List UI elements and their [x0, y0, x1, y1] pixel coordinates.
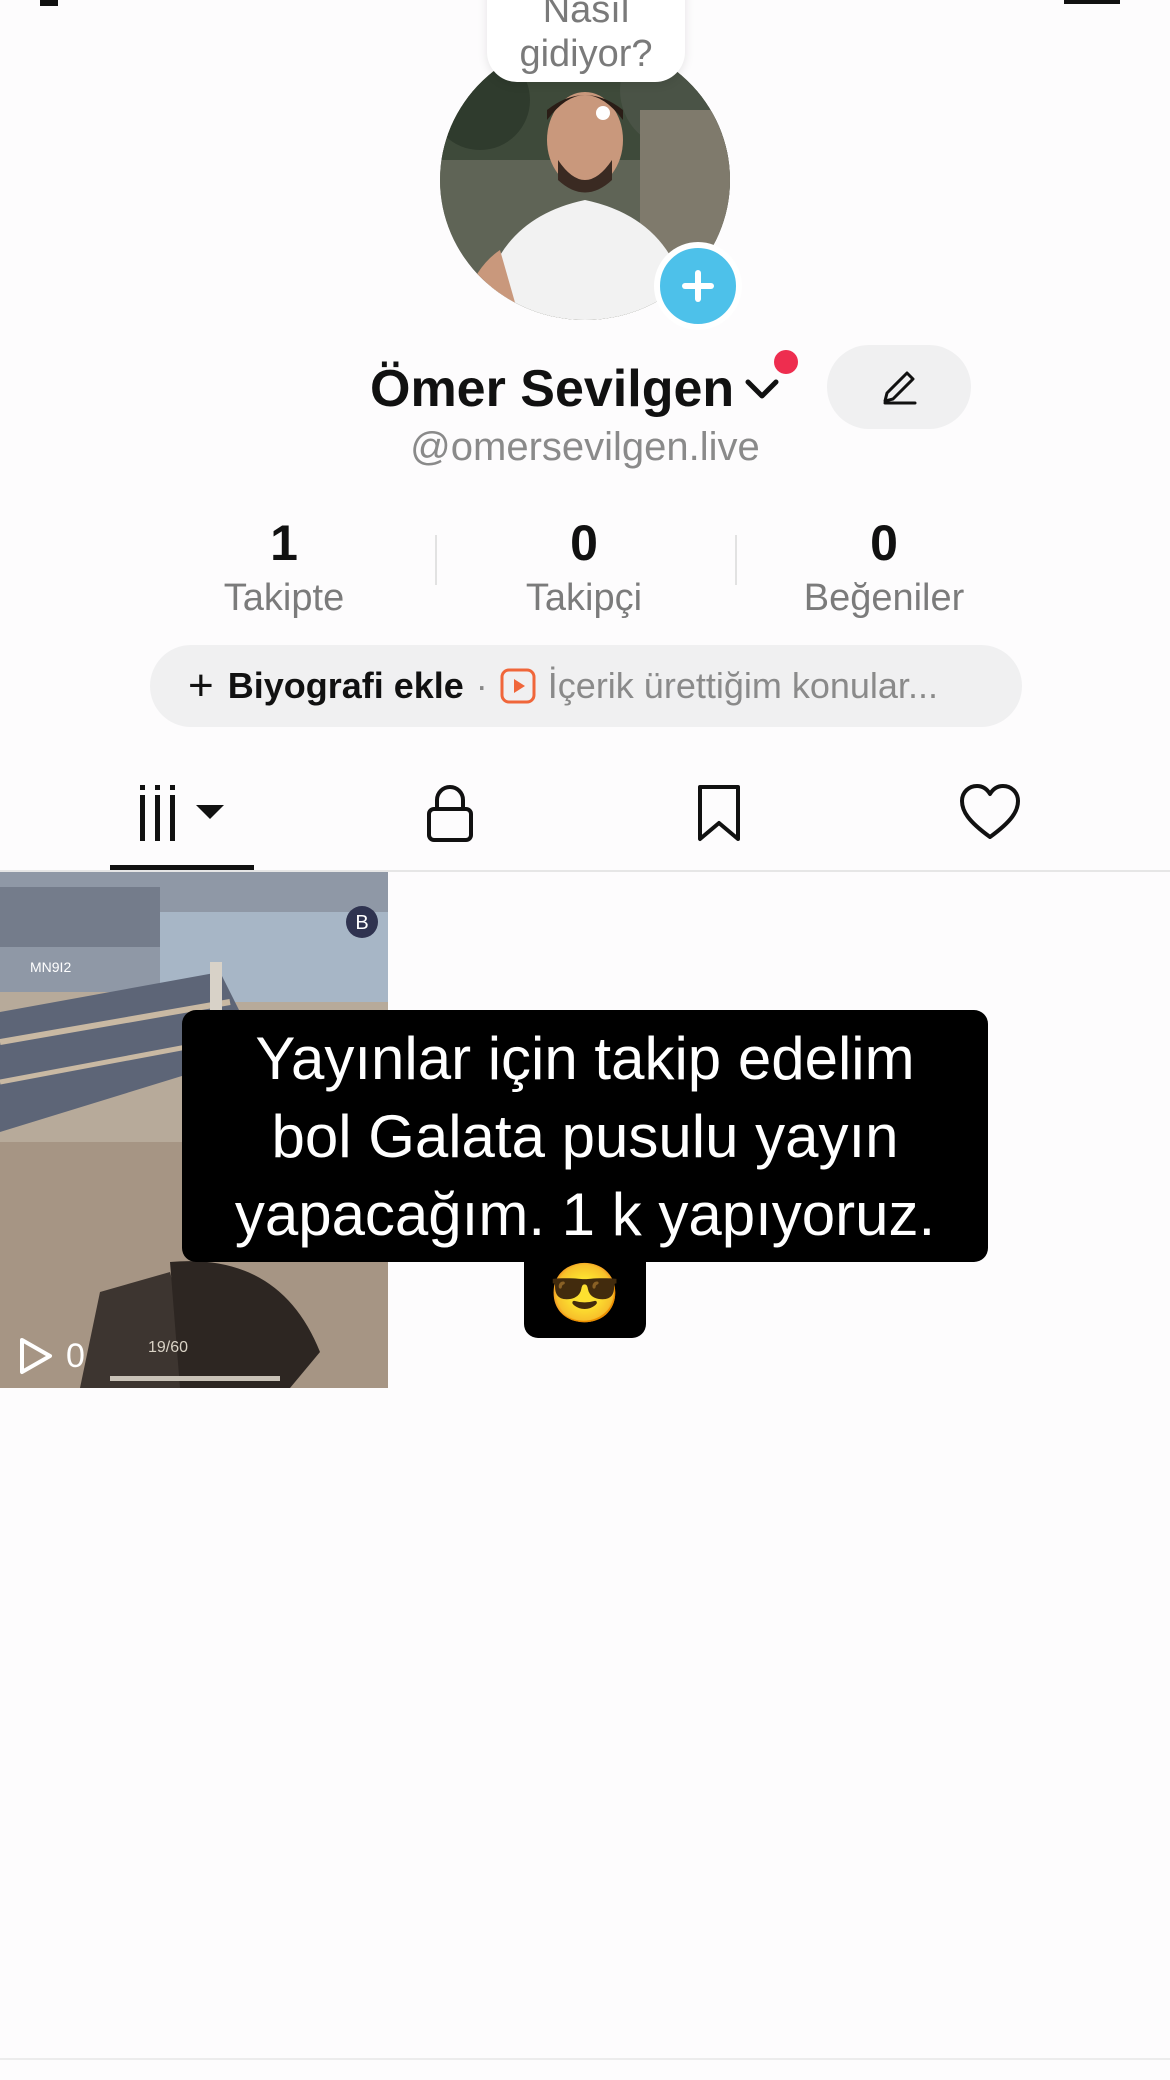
likes-label: Beğeniler	[803, 577, 965, 619]
bio-bar[interactable]: + Biyografi ekle · İçerik ürettiğim konu…	[150, 645, 1022, 727]
video-play-icon	[500, 668, 536, 704]
note-bubble-pointer	[596, 106, 610, 120]
stat-likes[interactable]: 0 Beğeniler	[734, 513, 1034, 621]
chevron-down-icon	[745, 379, 779, 399]
followers-count: 0	[570, 515, 598, 571]
likes-count: 0	[870, 515, 898, 571]
edit-profile-button[interactable]	[827, 345, 971, 429]
tab-saved[interactable]	[670, 775, 770, 850]
tab-liked[interactable]	[940, 775, 1040, 850]
sunglasses-emoji: 😎	[548, 1261, 622, 1326]
tab-videos[interactable]	[110, 775, 254, 850]
lock-icon	[427, 784, 473, 842]
pencil-icon	[883, 371, 917, 405]
plus-icon: +	[188, 661, 214, 710]
tab-private[interactable]	[400, 775, 500, 850]
stat-following[interactable]: 1 Takipte	[134, 513, 434, 621]
following-label: Takipte	[223, 577, 345, 619]
hud-label: MN9I2	[30, 959, 71, 975]
status-bar-fragment-right	[1064, 0, 1120, 4]
content-topics-label[interactable]: İçerik ürettiğim konular...	[548, 665, 938, 707]
status-bar-fragment-left	[40, 0, 58, 6]
add-bio-label[interactable]: Biyografi ekle	[228, 665, 464, 707]
plus-icon	[682, 270, 714, 302]
stat-followers[interactable]: 0 Takipçi	[434, 513, 734, 621]
tooltip-line3: yapacağım. 1 k yapıyoruz.	[234, 1181, 936, 1248]
grid-icon	[140, 784, 224, 841]
notification-dot	[774, 350, 798, 374]
bio-separator: ·	[475, 665, 488, 706]
tooltip-line2: bol Galata pusulu yayın	[271, 1103, 899, 1170]
pinned-tooltip: Yayınlar için takip edelim bol Galata pu…	[182, 1010, 988, 1262]
hud-ammo: 19/60	[148, 1339, 188, 1356]
account-switcher[interactable]: Ömer Sevilgen	[370, 354, 782, 424]
svg-text:B: B	[355, 912, 368, 934]
followers-label: Takipçi	[525, 577, 643, 619]
tooltip-line1: Yayınlar için takip edelim	[255, 1025, 915, 1092]
profile-handle: @omersevilgen.live	[410, 425, 760, 469]
following-count: 1	[270, 515, 298, 571]
add-story-button[interactable]	[654, 242, 742, 330]
bookmark-icon	[698, 784, 740, 841]
note-bubble[interactable]: Nasıl gidiyor?	[487, 0, 685, 82]
heart-icon	[960, 783, 1020, 839]
bottom-nav-border	[0, 2058, 1170, 2060]
note-bubble-line2: gidiyor?	[519, 33, 653, 75]
profile-name: Ömer Sevilgen	[370, 360, 735, 418]
note-bubble-line1: Nasıl	[542, 0, 630, 31]
play-icon	[20, 1338, 52, 1374]
tooltip-emoji-box: 😎	[524, 1250, 646, 1338]
view-count: 0	[16, 1336, 85, 1376]
view-count-value: 0	[66, 1336, 85, 1375]
